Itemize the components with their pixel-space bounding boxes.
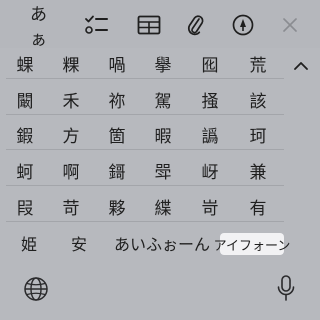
candidate-cell[interactable]: 譌 <box>192 119 228 150</box>
row-divider <box>6 185 284 186</box>
row-divider <box>6 78 284 79</box>
candidate-cell[interactable]: 珂 <box>240 119 276 150</box>
candidate-cell[interactable]: 荒 <box>240 48 276 79</box>
candidate-cell[interactable]: 該 <box>240 84 276 115</box>
candidate-cell[interactable]: 掻 <box>192 84 228 115</box>
candidate-cell[interactable]: 姫 <box>14 228 44 258</box>
candidate-cell-selected[interactable]: アイフォーン <box>214 233 290 255</box>
candidate-row: 鍜 方 箇 暇 譌 珂 <box>0 119 290 150</box>
candidate-cell[interactable]: 兼 <box>240 155 276 186</box>
paperclip-icon[interactable] <box>186 12 206 38</box>
keyboard-toolbar: あぁ <box>0 0 320 50</box>
candidate-cell[interactable]: 禾 <box>53 84 89 115</box>
candidate-row: 叚 苛 夥 緤 岢 有 <box>0 191 290 222</box>
candidate-cell[interactable]: 粿 <box>53 48 89 79</box>
hiragana-toggle-label: あぁ <box>30 5 47 50</box>
candidate-cell[interactable]: 鍜 <box>7 119 43 150</box>
keyboard-bottom-bar <box>0 262 320 320</box>
row-divider <box>6 221 284 222</box>
candidate-cell[interactable]: 啊 <box>53 155 89 186</box>
hiragana-toggle-button[interactable]: あぁ <box>30 5 62 50</box>
checklist-icon[interactable] <box>84 12 108 38</box>
markup-pen-icon[interactable] <box>232 12 254 38</box>
candidate-cell[interactable]: 駕 <box>145 84 181 115</box>
candidate-cell[interactable]: 夥 <box>99 191 135 222</box>
candidate-cell[interactable]: 方 <box>53 119 89 150</box>
candidate-cell[interactable]: 闞 <box>7 84 43 115</box>
candidate-cell[interactable]: 喎 <box>99 48 135 79</box>
close-icon[interactable] <box>280 12 300 38</box>
row-divider <box>6 114 284 115</box>
candidate-cell[interactable]: 斝 <box>145 155 181 186</box>
candidate-cell[interactable]: 祢 <box>99 84 135 115</box>
candidate-cell[interactable]: 苛 <box>53 191 89 222</box>
chevron-up-icon[interactable] <box>290 54 312 76</box>
candidate-cell[interactable]: 安 <box>64 228 94 258</box>
candidate-cell[interactable]: 囮 <box>192 48 228 79</box>
candidate-cell[interactable]: 蜾 <box>7 48 43 79</box>
globe-icon[interactable] <box>23 276 49 302</box>
candidate-cell[interactable]: 叚 <box>7 191 43 222</box>
microphone-icon[interactable] <box>276 274 296 304</box>
candidate-cell[interactable]: あいふぉーん <box>114 228 210 258</box>
table-icon[interactable] <box>136 12 162 38</box>
candidate-cell[interactable]: 箇 <box>99 119 135 150</box>
candidate-cell[interactable]: 擧 <box>145 48 181 79</box>
candidate-row: 蚵 啊 鎶 斝 岈 兼 <box>0 155 290 186</box>
candidate-cell[interactable]: 有 <box>240 191 276 222</box>
candidate-row: 闞 禾 祢 駕 掻 該 <box>0 84 290 115</box>
candidate-row-last: 姫 安 あいふぉーん アイフォーン <box>0 228 320 258</box>
candidate-cell[interactable]: 暇 <box>145 119 181 150</box>
candidate-cell[interactable]: 蚵 <box>7 155 43 186</box>
candidate-cell[interactable]: 緤 <box>145 191 181 222</box>
candidate-cell[interactable]: 岢 <box>192 191 228 222</box>
row-divider <box>6 149 284 150</box>
candidate-cell[interactable]: 鎶 <box>99 155 135 186</box>
candidate-cell[interactable]: 岈 <box>192 155 228 186</box>
candidate-row: 蜾 粿 喎 擧 囮 荒 <box>0 48 290 79</box>
